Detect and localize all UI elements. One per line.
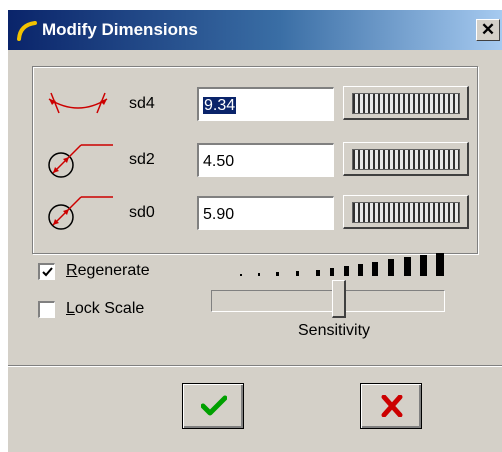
regenerate-label[interactable]: Regenerate (66, 262, 150, 280)
cancel-x-icon (381, 395, 403, 417)
dimension-label-sd0: sd0 (129, 204, 155, 221)
ok-button[interactable] (182, 383, 244, 429)
sensitivity-slider-track[interactable] (211, 290, 445, 312)
dimension-label-sd4: sd4 (129, 95, 155, 112)
thumbwheel-sd4[interactable] (343, 86, 469, 120)
dimension-value-sd0[interactable]: 5.90 (197, 196, 334, 230)
lock-scale-mnemonic: L (66, 300, 75, 317)
accept-checkmark-icon (201, 395, 227, 416)
lock-scale-label-rest: ock Scale (74, 300, 145, 317)
sensitivity-label: Sensitivity (298, 322, 371, 339)
diameter-dimension-icon (48, 144, 113, 178)
dimension-value-text: 5.90 (203, 206, 235, 223)
diameter-dimension-icon (48, 196, 113, 230)
lock-scale-label[interactable]: Lock Scale (66, 300, 144, 318)
window-title: Modify Dimensions (42, 20, 198, 39)
title-bar[interactable]: Modify Dimensions ✕ (8, 10, 502, 50)
lock-scale-checkbox[interactable] (38, 301, 55, 318)
regenerate-checkbox[interactable] (38, 263, 55, 280)
close-button[interactable]: ✕ (476, 19, 500, 41)
thumbwheel-sd0[interactable] (343, 195, 469, 229)
dimension-value-text: 9.34 (203, 97, 237, 114)
thumbwheel-grip (352, 202, 460, 223)
app-arc-icon (17, 21, 37, 41)
dimension-value-sd4[interactable]: 9.34 (197, 87, 334, 121)
dimensions-group: sd4 9.34 sd2 4.50 sd0 5.90 (32, 66, 478, 254)
dimension-value-sd2[interactable]: 4.50 (197, 143, 334, 177)
modify-dimensions-dialog: Modify Dimensions ✕ sd4 9.34 sd2 4.50 sd… (8, 10, 502, 452)
regenerate-mnemonic: R (66, 262, 78, 279)
dimension-label-sd2: sd2 (129, 151, 155, 168)
sensitivity-scale-indicator (240, 253, 444, 276)
thumbwheel-grip (352, 149, 460, 170)
cancel-button[interactable] (360, 383, 422, 429)
regenerate-label-rest: egenerate (77, 262, 150, 279)
dimension-value-text: 4.50 (203, 153, 235, 170)
sensitivity-slider-thumb[interactable] (332, 280, 346, 318)
thumbwheel-sd2[interactable] (343, 142, 469, 176)
checkmark-icon (42, 267, 53, 277)
thumbwheel-grip (352, 93, 460, 114)
divider (8, 365, 502, 367)
angle-dimension-icon (48, 92, 108, 114)
